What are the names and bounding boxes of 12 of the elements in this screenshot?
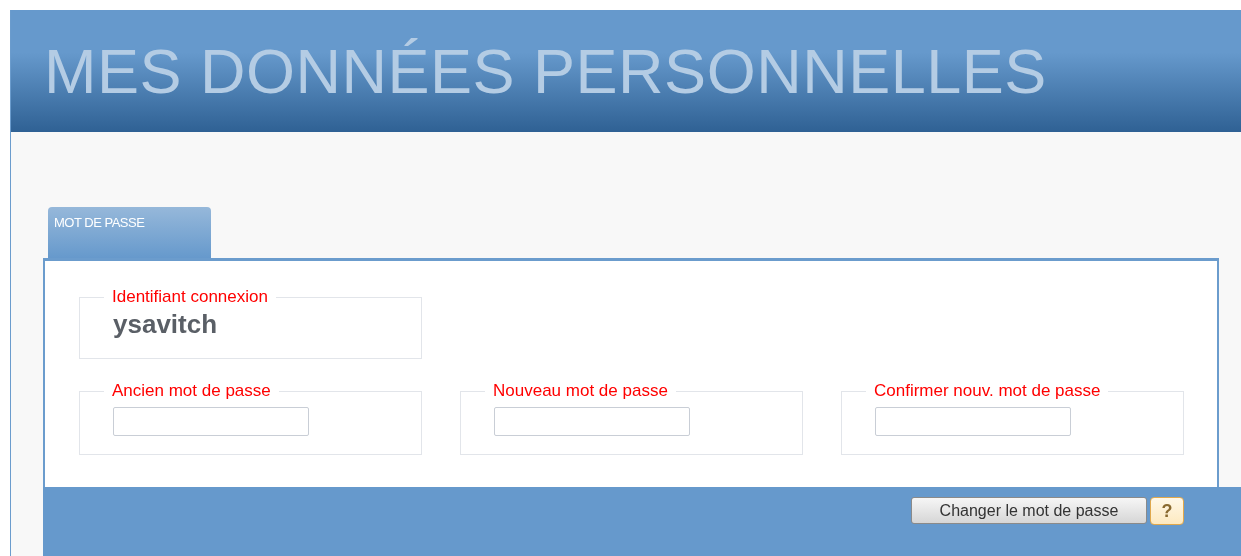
group-legend: Ancien mot de passe	[104, 381, 279, 401]
password-field[interactable]	[494, 407, 690, 436]
group-legend: Nouveau mot de passe	[485, 381, 676, 401]
tab[interactable]: MOT DE PASSE	[48, 207, 211, 258]
group-legend: Confirmer nouv. mot de passe	[866, 381, 1109, 401]
change-password-button[interactable]: Changer le mot de passe	[911, 497, 1147, 524]
group-legend: Identifiant connexion	[104, 287, 276, 307]
password-field[interactable]	[875, 407, 1071, 436]
password-field[interactable]	[113, 407, 309, 436]
page-title: MES DONNÉES PERSONNELLES	[44, 35, 1047, 107]
help-button[interactable]: ?	[1150, 497, 1184, 525]
login-value: ysavitch	[113, 309, 219, 340]
